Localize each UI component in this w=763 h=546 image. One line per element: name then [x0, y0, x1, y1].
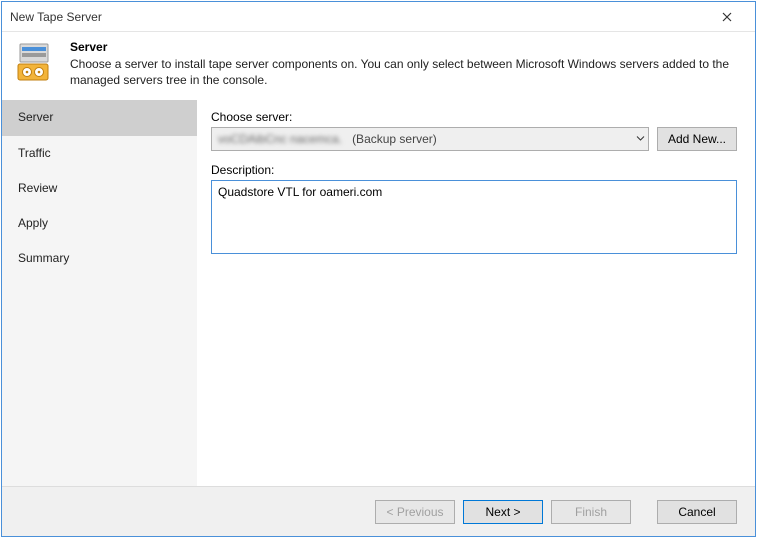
- button-label: Add New...: [668, 132, 726, 146]
- server-value-obscured: voCDAibCnc nacemca.: [218, 132, 342, 146]
- wizard-footer: < Previous Next > Finish Cancel: [2, 486, 755, 536]
- sidebar-item-label: Summary: [18, 251, 69, 265]
- sidebar-item-summary[interactable]: Summary: [2, 241, 197, 276]
- page-title: Server: [70, 40, 743, 54]
- server-dropdown[interactable]: voCDAibCnc nacemca. (Backup server): [211, 127, 649, 151]
- cancel-button[interactable]: Cancel: [657, 500, 737, 524]
- choose-server-label: Choose server:: [211, 110, 737, 124]
- tape-server-icon: [14, 40, 58, 84]
- wizard-content: Choose server: voCDAibCnc nacemca. (Back…: [197, 100, 755, 486]
- sidebar-item-traffic[interactable]: Traffic: [2, 136, 197, 171]
- next-button[interactable]: Next >: [463, 500, 543, 524]
- previous-button: < Previous: [375, 500, 455, 524]
- wizard-sidebar: Server Traffic Review Apply Summary: [2, 100, 197, 486]
- page-description: Choose a server to install tape server c…: [70, 56, 743, 88]
- sidebar-item-review[interactable]: Review: [2, 171, 197, 206]
- server-value-suffix: (Backup server): [352, 132, 437, 146]
- button-label: Next >: [485, 505, 520, 519]
- sidebar-item-apply[interactable]: Apply: [2, 206, 197, 241]
- chevron-down-icon: [636, 135, 645, 144]
- sidebar-item-label: Apply: [18, 216, 48, 230]
- close-button[interactable]: [707, 3, 747, 31]
- titlebar: New Tape Server: [2, 2, 755, 32]
- description-input[interactable]: Quadstore VTL for oameri.com: [211, 180, 737, 254]
- sidebar-item-server[interactable]: Server: [2, 100, 197, 135]
- wizard-window: New Tape Server Server Choose a server t…: [1, 1, 756, 537]
- button-label: Cancel: [678, 505, 715, 519]
- window-title: New Tape Server: [10, 10, 707, 24]
- wizard-header: Server Choose a server to install tape s…: [2, 32, 755, 100]
- wizard-body: Server Traffic Review Apply Summary Choo…: [2, 100, 755, 486]
- finish-button: Finish: [551, 500, 631, 524]
- server-select-wrap: voCDAibCnc nacemca. (Backup server): [211, 127, 649, 151]
- sidebar-item-label: Traffic: [18, 146, 51, 160]
- button-label: < Previous: [386, 505, 443, 519]
- header-text: Server Choose a server to install tape s…: [70, 40, 743, 88]
- button-label: Finish: [575, 505, 607, 519]
- close-icon: [722, 9, 732, 25]
- description-label: Description:: [211, 163, 737, 177]
- sidebar-item-label: Review: [18, 181, 57, 195]
- add-new-button[interactable]: Add New...: [657, 127, 737, 151]
- sidebar-item-label: Server: [18, 110, 53, 124]
